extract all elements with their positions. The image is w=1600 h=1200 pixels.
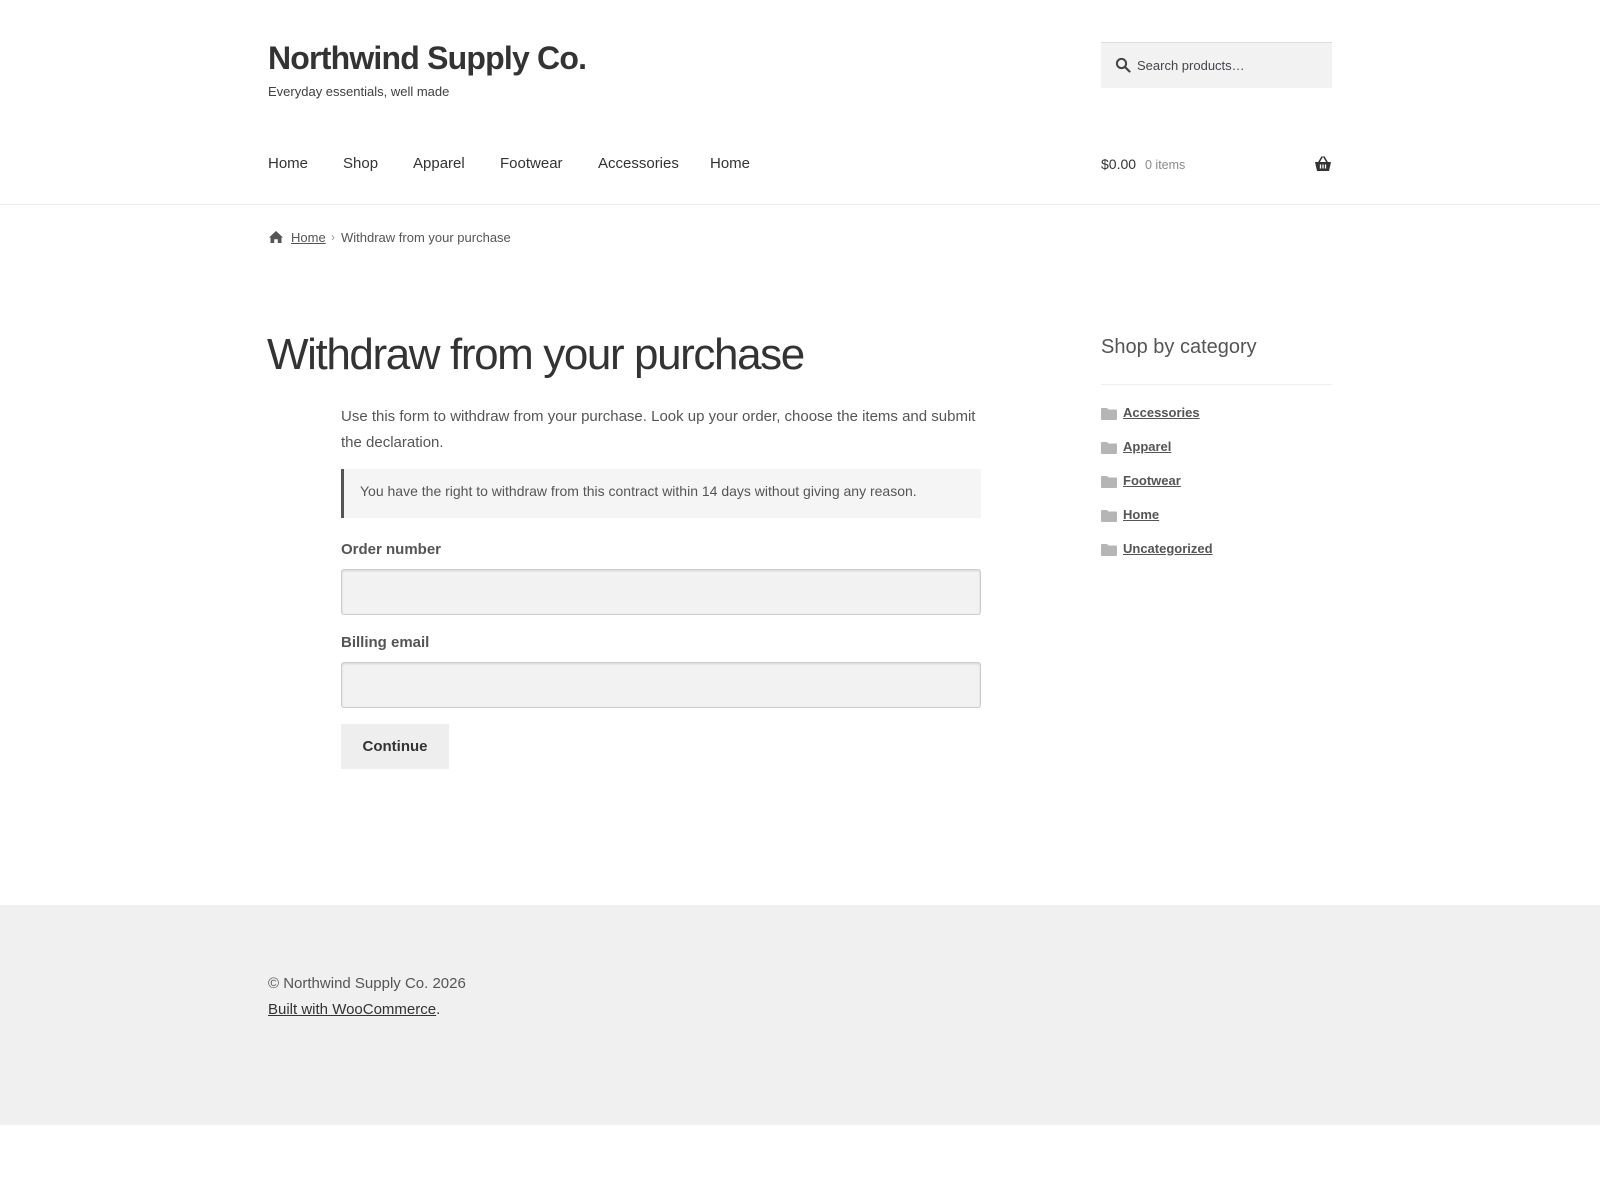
breadcrumb-separator: › — [331, 230, 335, 244]
category-link-footwear[interactable]: Footwear — [1123, 473, 1181, 488]
category-link-home[interactable]: Home — [1123, 507, 1159, 522]
folder-icon — [1101, 442, 1117, 454]
order-number-input[interactable] — [341, 569, 981, 615]
billing-email-label: Billing email — [341, 634, 430, 651]
cart-amount[interactable]: $0.00 — [1101, 156, 1136, 172]
house-icon — [269, 231, 283, 243]
sidebar-divider — [1101, 384, 1332, 385]
sidebar-widget-title: Shop by category — [1101, 336, 1257, 358]
order-number-label: Order number — [341, 541, 442, 558]
page-title: Withdraw from your purchase — [267, 330, 805, 379]
header-divider — [0, 204, 1600, 205]
category-link-uncategorized[interactable]: Uncategorized — [1123, 541, 1213, 556]
cart-count[interactable]: 0 items — [1145, 158, 1185, 172]
category-link-accessories[interactable]: Accessories — [1123, 405, 1200, 420]
folder-icon — [1101, 408, 1117, 420]
nav-item-home-category[interactable]: Home — [710, 155, 750, 172]
nav-item-home[interactable]: Home — [268, 155, 308, 172]
folder-icon — [1101, 510, 1117, 522]
footer-credit: Built with WooCommerce. — [268, 1001, 440, 1018]
folder-icon — [1101, 476, 1117, 488]
footer-credit-suffix: . — [436, 1001, 441, 1018]
withdrawal-notice: You have the right to withdraw from this… — [341, 469, 981, 518]
product-search[interactable] — [1101, 42, 1332, 88]
nav-item-apparel[interactable]: Apparel — [413, 155, 465, 172]
notice-text: You have the right to withdraw from this… — [360, 483, 917, 499]
breadcrumb-current: Withdraw from your purchase — [341, 230, 511, 245]
woocommerce-credit-link[interactable]: Built with WooCommerce — [268, 1001, 436, 1018]
nav-item-shop[interactable]: Shop — [343, 155, 378, 172]
breadcrumb-home-link[interactable]: Home — [291, 230, 326, 245]
footer-copyright: © Northwind Supply Co. 2026 — [268, 975, 466, 992]
continue-button[interactable]: Continue — [341, 724, 449, 769]
billing-email-input[interactable] — [341, 662, 981, 708]
site-tagline: Everyday essentials, well made — [268, 84, 450, 99]
search-icon[interactable] — [1115, 57, 1131, 73]
intro-text: Use this form to withdraw from your purc… — [341, 408, 976, 451]
basket-icon[interactable] — [1314, 156, 1332, 172]
nav-item-accessories[interactable]: Accessories — [598, 155, 679, 172]
search-input[interactable] — [1137, 43, 1323, 87]
site-footer — [0, 905, 1600, 1125]
nav-item-footwear[interactable]: Footwear — [500, 155, 563, 172]
category-link-apparel[interactable]: Apparel — [1123, 439, 1171, 454]
site-title[interactable]: Northwind Supply Co. — [268, 40, 587, 77]
folder-icon — [1101, 544, 1117, 556]
